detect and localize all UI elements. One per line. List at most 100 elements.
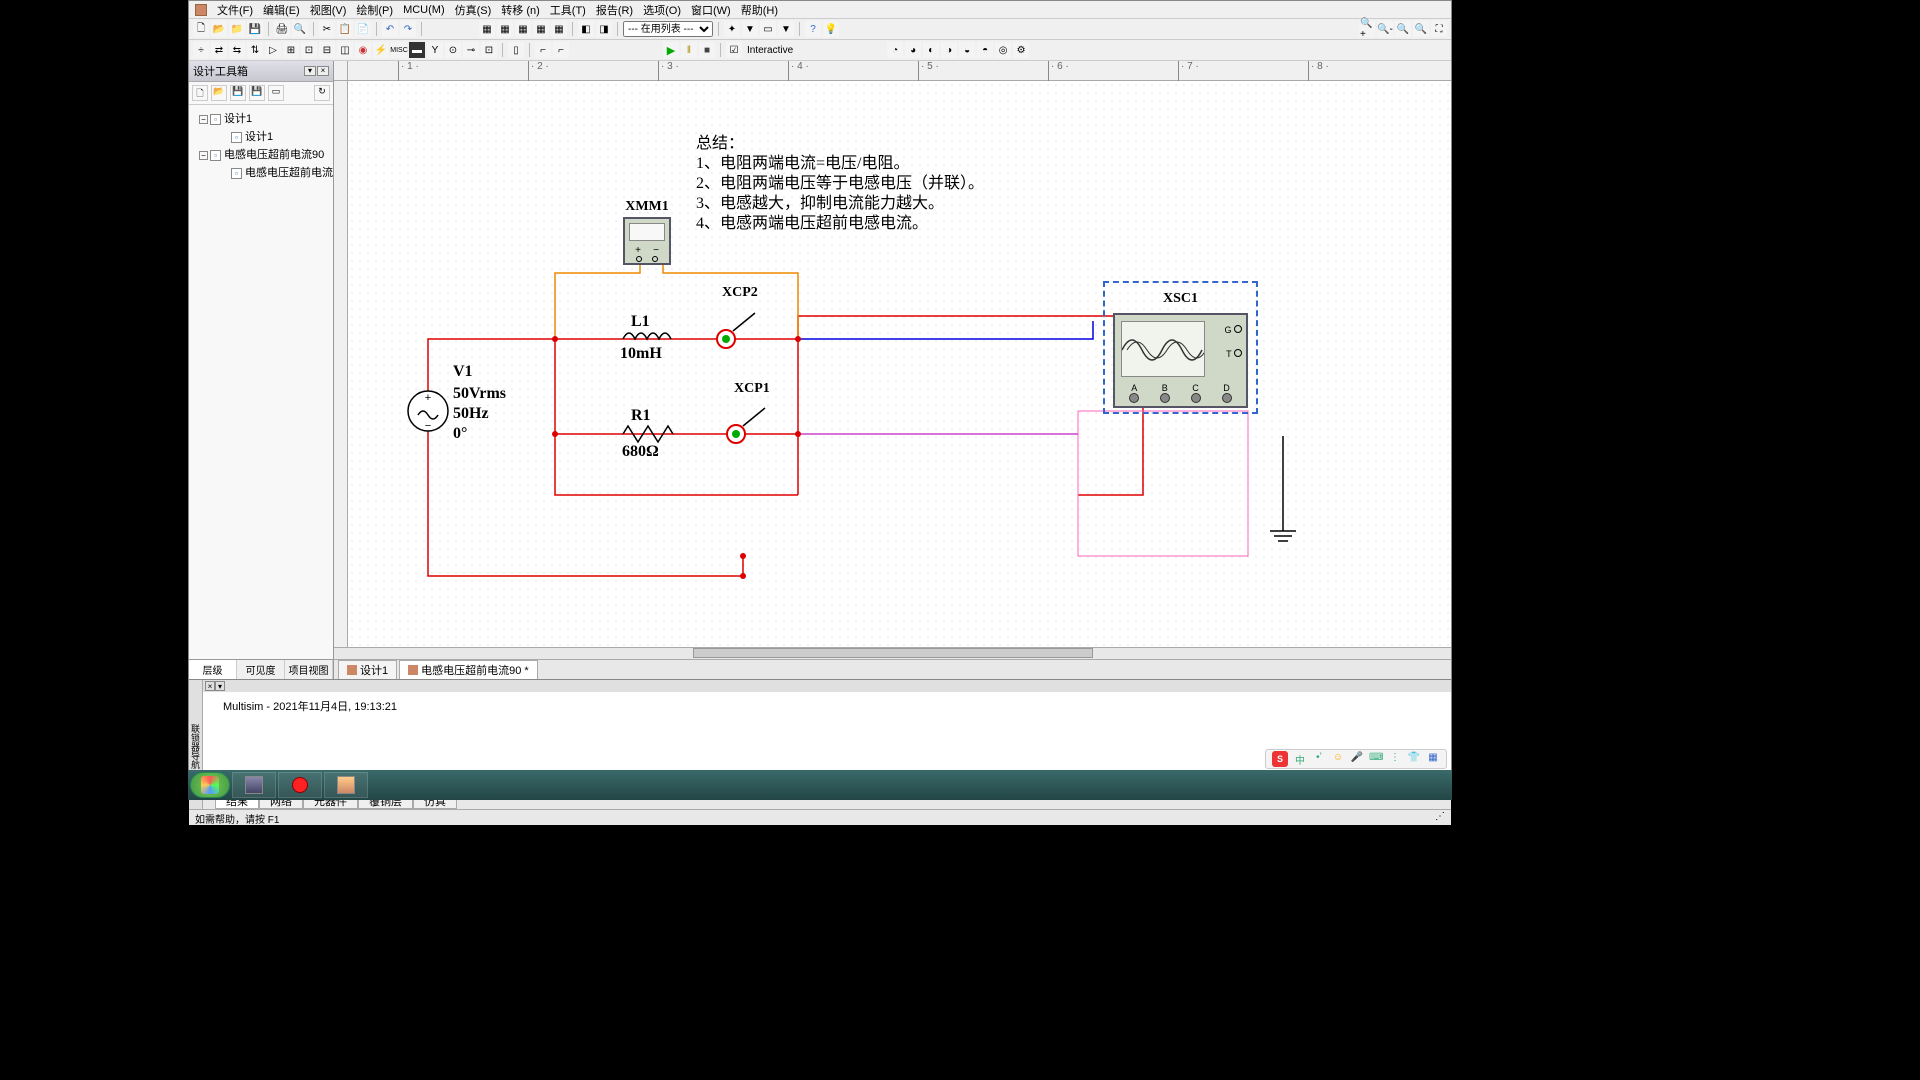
print-preview-button[interactable]: 🔍 [292, 21, 308, 37]
tool-f-button[interactable]: ▼ [778, 21, 794, 37]
menu-simulate[interactable]: 仿真(S) [455, 2, 492, 18]
menu-edit[interactable]: 编辑(E) [263, 2, 300, 18]
instr3-button[interactable]: ◐ [923, 42, 939, 58]
canvas-tab-design1[interactable]: 设计1 [338, 660, 397, 679]
pause-button[interactable]: ‖ [681, 42, 697, 58]
bus-button[interactable]: ⌐ [535, 42, 551, 58]
sidebar-save-button[interactable]: 💾 [230, 85, 246, 101]
instr2-button[interactable]: ◕ [905, 42, 921, 58]
tree-item-inductor-sheet[interactable]: ▫电感电压超前电流90 [193, 163, 329, 181]
place-connector-button[interactable]: ⊸ [463, 42, 479, 58]
menu-draw[interactable]: 绘制(P) [356, 2, 393, 18]
run-button[interactable]: ▶ [663, 42, 679, 58]
hierarchy-button[interactable]: ▯ [508, 42, 524, 58]
sidebar-new-button[interactable]: 🗋 [192, 85, 208, 101]
ime-keyboard-button[interactable]: ⌨ [1369, 752, 1383, 766]
instr4-button[interactable]: ◑ [941, 42, 957, 58]
place-transistor-button[interactable]: ⇅ [247, 42, 263, 58]
place-ni-button[interactable]: ⊙ [445, 42, 461, 58]
undo-button[interactable]: ↶ [382, 21, 398, 37]
menu-file[interactable]: 文件(F) [217, 2, 253, 18]
sidebar-tab-visibility[interactable]: 可见度 [237, 660, 285, 679]
tool-e-button[interactable]: ▭ [760, 21, 776, 37]
ime-user-button[interactable]: 👕 [1407, 752, 1421, 766]
open-samples-button[interactable]: 📁 [229, 21, 245, 37]
menu-reports[interactable]: 报告(R) [596, 2, 633, 18]
tool-d-button[interactable]: ▼ [742, 21, 758, 37]
ime-setting-button[interactable]: ⋮ [1388, 752, 1402, 766]
ime-bar[interactable]: S 中 •ʼ ☺ 🎤 ⌨ ⋮ 👕 ▦ [1265, 749, 1447, 769]
taskbar-item-multisim[interactable] [324, 772, 368, 798]
bus2-button[interactable]: ⌐ [553, 42, 569, 58]
tree-collapse-icon[interactable]: − [199, 151, 208, 160]
print-button[interactable]: 🖨 [274, 21, 290, 37]
menu-view[interactable]: 视图(V) [310, 2, 347, 18]
menu-transfer[interactable]: 转移 (n) [501, 2, 540, 18]
save-button[interactable]: 💾 [247, 21, 263, 37]
instr7-button[interactable]: ◎ [995, 42, 1011, 58]
sidebar-tab-hierarchy[interactable]: 层级 [189, 660, 237, 679]
tree-collapse-icon[interactable]: − [199, 115, 208, 124]
grid4-button[interactable]: ▦ [533, 21, 549, 37]
instr5-button[interactable]: ◒ [959, 42, 975, 58]
ime-mode-button[interactable]: 中 [1293, 752, 1307, 766]
tree-root-design1[interactable]: −▫设计1 [193, 109, 329, 127]
sidebar-open-button[interactable]: 📂 [211, 85, 227, 101]
place-analog-button[interactable]: ▷ [265, 42, 281, 58]
sidebar-refresh-button[interactable]: ↻ [314, 85, 330, 101]
place-source-button[interactable]: ÷ [193, 42, 209, 58]
tool-a-button[interactable]: ◧ [578, 21, 594, 37]
zoom-fit-button[interactable]: 🔍 [1413, 21, 1429, 37]
grid5-button[interactable]: ▦ [551, 21, 567, 37]
place-indicator-button[interactable]: ◉ [355, 42, 371, 58]
redo-button[interactable]: ↷ [400, 21, 416, 37]
ime-logo-icon[interactable]: S [1272, 751, 1288, 767]
ime-more-button[interactable]: ▦ [1426, 752, 1440, 766]
place-misc2-button[interactable]: MISC [391, 42, 407, 58]
open-button[interactable]: 📂 [211, 21, 227, 37]
tree-item-design1-sheet[interactable]: ▫设计1 [193, 127, 329, 145]
new-button[interactable]: 🗋 [193, 21, 209, 37]
grid-button[interactable]: ▦ [479, 21, 495, 37]
instr1-button[interactable]: ◔ [887, 42, 903, 58]
instr8-button[interactable]: ⚙ [1013, 42, 1029, 58]
canvas-tab-inductor[interactable]: 电感电压超前电流90 * [399, 660, 538, 679]
tree-root-inductor[interactable]: −▫电感电压超前电流90 [193, 145, 329, 163]
place-mixed-button[interactable]: ◫ [337, 42, 353, 58]
ime-voice-button[interactable]: 🎤 [1350, 752, 1364, 766]
output-pin-icon[interactable]: ▾ [215, 681, 225, 691]
menu-options[interactable]: 选项(O) [643, 2, 681, 18]
grid2-button[interactable]: ▦ [497, 21, 513, 37]
instrument-oscilloscope[interactable]: XSC1 G T ABCD [1103, 281, 1258, 414]
paste-button[interactable]: 📄 [355, 21, 371, 37]
taskbar-item-1[interactable] [232, 772, 276, 798]
place-ttl-button[interactable]: ⊞ [283, 42, 299, 58]
inuse-list-select[interactable]: --- 在用列表 --- [623, 21, 713, 37]
instrument-multimeter[interactable]: XMM1 +− [623, 199, 671, 265]
menu-help[interactable]: 帮助(H) [741, 2, 778, 18]
ime-punct-button[interactable]: •ʼ [1312, 752, 1326, 766]
sidebar-tool5-button[interactable]: ▭ [268, 85, 284, 101]
tool-b-button[interactable]: ◨ [596, 21, 612, 37]
interactive-toggle[interactable]: ☑ [726, 42, 742, 58]
zoom-area-button[interactable]: 🔍 [1395, 21, 1411, 37]
tool-c-button[interactable]: ✦ [724, 21, 740, 37]
instr6-button[interactable]: ◓ [977, 42, 993, 58]
output-close-icon[interactable]: × [205, 681, 215, 691]
place-elmech-button[interactable]: Y [427, 42, 443, 58]
scrollbar-h[interactable] [693, 648, 1093, 658]
sidebar-close-icon[interactable]: × [317, 66, 329, 76]
place-cmos-button[interactable]: ⊡ [301, 42, 317, 58]
start-button[interactable] [190, 772, 230, 798]
place-basic-button[interactable]: ⇄ [211, 42, 227, 58]
sidebar-saveall-button[interactable]: 💾 [249, 85, 265, 101]
sidebar-pin-icon[interactable]: ▾ [304, 66, 316, 76]
copy-button[interactable]: 📋 [337, 21, 353, 37]
menu-mcu[interactable]: MCU(M) [403, 4, 445, 16]
stop-button[interactable]: ■ [699, 42, 715, 58]
zoom-in-button[interactable]: 🔍+ [1359, 21, 1375, 37]
menu-window[interactable]: 窗口(W) [691, 2, 731, 18]
help-button[interactable]: ? [805, 21, 821, 37]
place-rf-button[interactable]: ▬ [409, 42, 425, 58]
place-misc-button[interactable]: ⊟ [319, 42, 335, 58]
